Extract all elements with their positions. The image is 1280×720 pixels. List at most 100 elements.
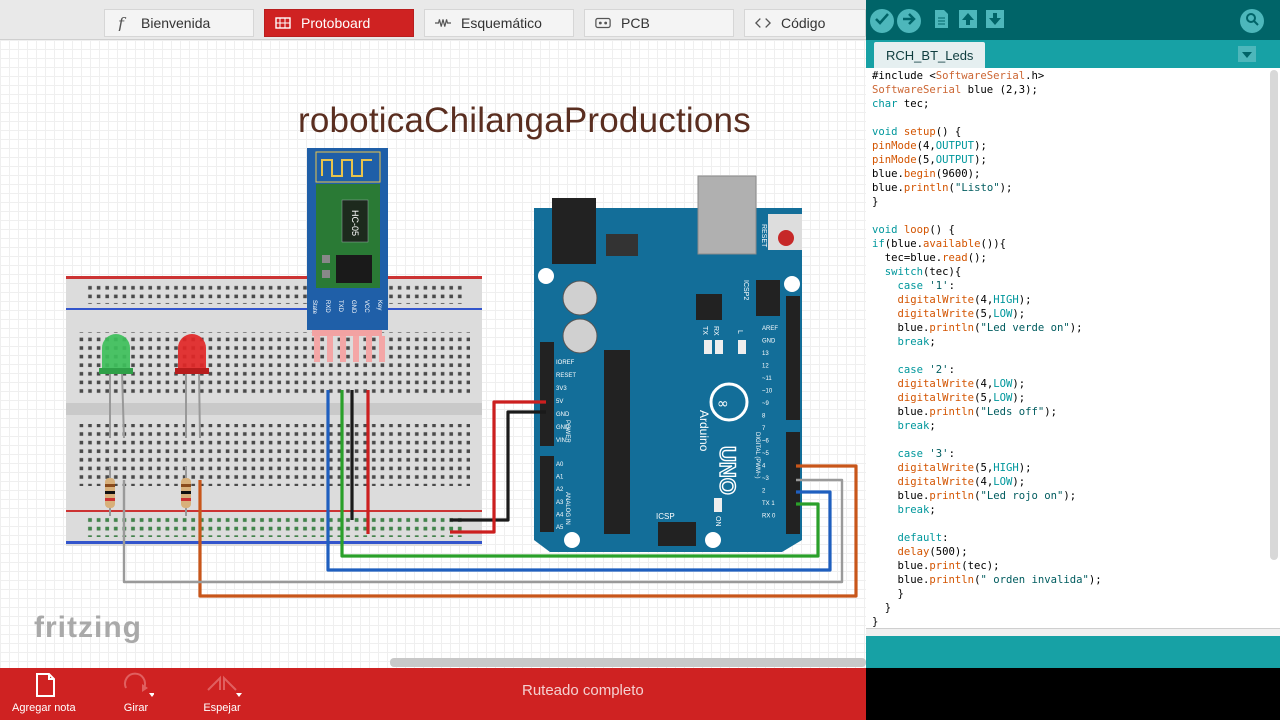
code-line: digitalWrite(5,LOW); (897, 392, 1026, 404)
code-line: break; (897, 336, 936, 348)
pin-label: A2 (556, 487, 564, 493)
digital-label: DIGITAL (PWM~) (754, 432, 760, 479)
arduino-brand: Arduino (697, 410, 711, 452)
code-line: break; (897, 504, 936, 516)
tab-menu-button[interactable] (1238, 46, 1256, 62)
sketch-tab[interactable]: RCH_BT_Leds (874, 42, 986, 68)
code-line: } (872, 602, 892, 614)
code-line: digitalWrite(5,HIGH); (897, 462, 1032, 474)
svg-text:∞: ∞ (717, 396, 729, 412)
serial-monitor-button[interactable] (1240, 9, 1264, 33)
fritzing-logo: fritzing (34, 611, 142, 644)
pin-label: ~5 (762, 451, 770, 457)
screen: f Bienvenida Protoboard Esquemático PCB … (0, 0, 1280, 720)
open-button[interactable] (957, 9, 979, 34)
pin-label: VIN (556, 438, 566, 444)
code-line: if(blue.available()){ (872, 238, 1006, 250)
add-note-label: Agregar nota (12, 702, 76, 714)
icsp-label: ICSP (656, 512, 675, 521)
pin-label: 3V3 (556, 386, 567, 392)
ide-toolbar (866, 0, 1280, 40)
open-icon (958, 9, 978, 34)
pin-label: ~3 (762, 476, 770, 482)
serial-monitor-icon (1245, 12, 1259, 31)
verify-icon (875, 12, 889, 30)
code-line: void loop() { (872, 224, 955, 236)
fritzing-bottom-toolbar: Agregar nota Girar Espejar Ruteado compl… (0, 668, 866, 720)
code-editor[interactable]: #include <SoftwareSerial.h> SoftwareSeria… (866, 68, 1280, 628)
pin-label: 5V (556, 399, 563, 405)
horizontal-scrollbar[interactable] (390, 658, 866, 667)
code-line: } (872, 196, 879, 208)
editor-scrollbar[interactable] (1270, 70, 1278, 560)
code-line: digitalWrite(5,LOW); (897, 308, 1026, 320)
code-line: blue.print(tec); (872, 560, 1000, 572)
code-line: break; (897, 420, 936, 432)
pin-label: RESET (556, 373, 576, 379)
bt-pin-rxd: RXD (324, 300, 330, 313)
upload-button[interactable] (897, 9, 921, 33)
bt-module-label: HC-05 (350, 210, 360, 236)
add-note-button[interactable]: Agregar nota (12, 668, 76, 720)
code-line: pinMode(4,OUTPUT); (872, 140, 987, 152)
pin-label: ~6 (762, 439, 770, 445)
code-line: case '1': (897, 280, 955, 292)
pin-label: 12 (762, 364, 769, 370)
note-icon (31, 668, 57, 702)
bt-pin-state: State (311, 300, 317, 315)
code-line: void setup() { (872, 126, 962, 138)
mirror-label: Espejar (203, 702, 241, 714)
code-line: } (872, 616, 879, 628)
arduino-model: UNO (715, 446, 740, 495)
save-button[interactable] (984, 9, 1006, 34)
code-line: blue.println("Listo"); (872, 182, 1013, 194)
code-line: default: (897, 532, 949, 544)
verify-button[interactable] (870, 9, 894, 33)
pin-label: 13 (762, 351, 769, 357)
pin-label: A4 (556, 512, 564, 518)
pin-label: GND (556, 425, 570, 431)
new-button[interactable] (930, 9, 952, 32)
code-line: digitalWrite(4,LOW); (897, 378, 1026, 390)
ide-tab-bar: RCH_BT_Leds (866, 40, 1280, 68)
code-line: pinMode(5,OUTPUT); (872, 154, 987, 166)
code-line: #include <SoftwareSerial.h> (872, 70, 1045, 82)
rotate-button[interactable]: Girar (118, 668, 154, 720)
pin-label: AREF (762, 326, 778, 332)
save-icon (985, 9, 1005, 34)
code-line: blue.println("Led verde on"); (872, 322, 1083, 334)
pin-label: IOREF (556, 360, 575, 366)
pin-label: RX 0 (762, 514, 776, 520)
bt-pin-gnd: GND (350, 300, 356, 314)
rotate-icon (118, 668, 154, 702)
code-line: char tec; (872, 98, 930, 110)
pin-label: ~10 (762, 389, 773, 395)
upload-icon (902, 12, 916, 30)
code-line: SoftwareSerial blue (2,3); (872, 84, 1038, 96)
chevron-down-icon (1242, 45, 1252, 63)
pin-label: ~9 (762, 401, 770, 407)
bt-pin-key: Key (376, 300, 382, 310)
code-text[interactable]: #include <SoftwareSerial.h> SoftwareSeria… (872, 69, 1102, 628)
on-label: ON (714, 516, 721, 527)
mirror-button[interactable]: Espejar (202, 668, 242, 720)
hc05-bluetooth-module[interactable] (307, 148, 388, 362)
pin-label: ~11 (762, 376, 772, 382)
code-line: tec=blue.read(); (872, 252, 987, 264)
breadboard[interactable] (66, 276, 482, 546)
code-line: blue.println("Led rojo on"); (872, 490, 1077, 502)
pin-label: A5 (556, 525, 564, 531)
pin-label: TX 1 (762, 501, 775, 507)
bt-pin-vcc: VCC (363, 300, 369, 313)
rx-label: RX (712, 326, 719, 336)
code-line: case '2': (897, 364, 955, 376)
pin-label: A1 (556, 475, 564, 481)
editor-divider[interactable] (866, 628, 1280, 636)
mirror-icon (202, 668, 242, 702)
code-line: delay(500); (897, 546, 968, 558)
